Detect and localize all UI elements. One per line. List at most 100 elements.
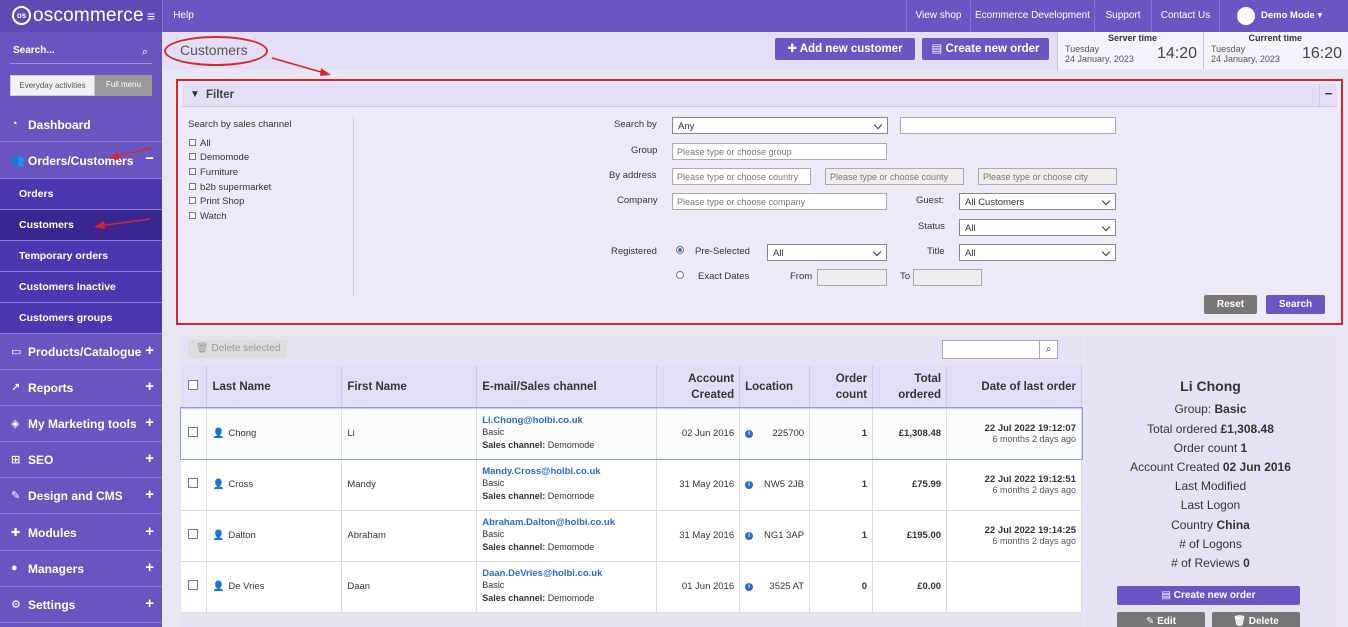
customer-email[interactable]: Mandy.Cross@holbi.co.uk bbox=[482, 466, 656, 477]
info-icon[interactable]: i bbox=[745, 583, 754, 591]
full-menu-button[interactable]: Full menu bbox=[95, 75, 152, 96]
filter-header[interactable]: ▼ Filter − bbox=[182, 84, 1337, 107]
sidebar-search-input[interactable]: Search... ⌕ bbox=[10, 40, 152, 64]
sidebar-subitem-temporary-orders[interactable]: Temporary orders bbox=[0, 241, 162, 272]
collapse-icon[interactable]: − bbox=[145, 150, 154, 167]
select-all-checkbox[interactable] bbox=[188, 380, 198, 391]
sidebar-item-reports[interactable]: ↗ Reports + bbox=[0, 370, 162, 406]
sidebar-item-seo[interactable]: ⊞ SEO + bbox=[0, 442, 162, 478]
title-select[interactable]: All bbox=[959, 244, 1116, 261]
status-select[interactable]: All bbox=[959, 219, 1116, 236]
to-date-input[interactable] bbox=[913, 269, 982, 286]
col-date-last-order[interactable]: Date of last order bbox=[946, 366, 1082, 409]
country-input[interactable]: Please type or choose country bbox=[672, 168, 811, 185]
col-total-ordered[interactable]: Total ordered bbox=[872, 366, 948, 409]
edit-button[interactable]: ✎ Edit bbox=[1117, 612, 1205, 627]
sidebar-item-modules[interactable]: ✚ Modules + bbox=[0, 514, 162, 551]
minimize-button[interactable]: − bbox=[1319, 84, 1337, 107]
row-checkbox[interactable] bbox=[188, 529, 198, 539]
create-new-order-button[interactable]: ▤ Create new order bbox=[922, 38, 1049, 60]
trash-icon: 🗑 bbox=[196, 343, 212, 354]
info-icon[interactable]: i bbox=[745, 532, 754, 540]
expand-icon[interactable]: + bbox=[145, 414, 154, 431]
search-by-select[interactable]: Any bbox=[672, 117, 888, 134]
col-first-name[interactable]: First Name bbox=[341, 366, 478, 409]
channel-checkbox-furniture[interactable] bbox=[189, 168, 196, 175]
guest-select[interactable]: All Customers bbox=[959, 193, 1116, 210]
support-link[interactable]: Support bbox=[1094, 0, 1151, 32]
channel-checkbox-all[interactable] bbox=[189, 139, 196, 146]
row-checkbox[interactable] bbox=[188, 427, 198, 437]
expand-icon[interactable]: + bbox=[145, 559, 154, 576]
logo[interactable]: os oscommerce ≡ bbox=[0, 0, 162, 32]
hamburger-menu-icon[interactable]: ≡ bbox=[147, 8, 155, 24]
search-icon[interactable]: ⌕ bbox=[142, 46, 148, 59]
company-input[interactable]: Please type or choose company bbox=[672, 193, 887, 210]
view-shop-link[interactable]: View shop bbox=[906, 0, 970, 32]
row-checkbox[interactable] bbox=[188, 580, 198, 590]
channel-checkbox-watch[interactable] bbox=[189, 212, 196, 219]
col-location[interactable]: Location bbox=[739, 366, 811, 409]
sidebar-item-products-catalogue[interactable]: ▭ Products/Catalogue + bbox=[0, 334, 162, 370]
add-new-customer-button[interactable]: ✚ Add new customer bbox=[775, 38, 915, 60]
city-input[interactable]: Please type or choose city bbox=[978, 168, 1117, 185]
select-all-header[interactable] bbox=[181, 366, 208, 409]
expand-icon[interactable]: + bbox=[145, 486, 154, 503]
group-input[interactable]: Please type or choose group bbox=[672, 143, 887, 160]
expand-icon[interactable]: + bbox=[145, 523, 154, 540]
sidebar-subitem-customers[interactable]: Customers bbox=[0, 210, 162, 241]
info-icon[interactable]: i bbox=[745, 430, 754, 438]
sidebar-item-dashboard[interactable]: ◔ Dashboard bbox=[0, 107, 162, 142]
table-search-input[interactable]: ⌕ bbox=[942, 340, 1058, 359]
channel-checkbox-demomode[interactable] bbox=[189, 153, 196, 160]
channel-checkbox-print-shop[interactable] bbox=[189, 197, 196, 204]
user-menu[interactable]: Demo Mode ▾ bbox=[1219, 0, 1348, 32]
ecommerce-development-link[interactable]: Ecommerce Development bbox=[970, 0, 1094, 32]
customer-email[interactable]: Abraham.Dalton@holbi.co.uk bbox=[482, 517, 656, 528]
table-row[interactable]: 👤 Dalton Abraham Abraham.Dalton@holbi.co.… bbox=[181, 510, 1082, 562]
expand-icon[interactable]: + bbox=[145, 595, 154, 612]
col-email[interactable]: E-mail/Sales channel bbox=[476, 366, 658, 409]
delete-selected-button[interactable]: 🗑 Delete selected bbox=[188, 340, 287, 358]
table-row[interactable]: 👤 De Vries Daan Daan.DeVries@holbi.co.uk B… bbox=[181, 561, 1082, 613]
info-icon[interactable]: i bbox=[745, 481, 754, 489]
delete-button[interactable]: 🗑 Delete bbox=[1212, 612, 1300, 627]
search-text-input[interactable] bbox=[900, 117, 1116, 134]
sidebar-subitem-orders[interactable]: Orders bbox=[0, 179, 162, 210]
sidebar-subitem-customers-inactive[interactable]: Customers Inactive bbox=[0, 272, 162, 303]
reset-button[interactable]: Reset bbox=[1204, 295, 1257, 314]
sidebar-subitem-customers-groups[interactable]: Customers groups bbox=[0, 303, 162, 334]
contact-us-link[interactable]: Contact Us bbox=[1151, 0, 1219, 32]
expand-icon[interactable]: + bbox=[145, 342, 154, 359]
preselected-radio[interactable] bbox=[676, 246, 684, 254]
county-input[interactable]: Please type or choose county bbox=[825, 168, 964, 185]
sidebar: os oscommerce ≡ Search... ⌕ Everyday act… bbox=[0, 0, 162, 627]
table-row[interactable]: 👤 Cross Mandy Mandy.Cross@holbi.co.uk Basi… bbox=[181, 459, 1082, 511]
chart-icon: ↗ bbox=[11, 382, 21, 394]
sidebar-item-marketing-tools[interactable]: ◈ My Marketing tools + bbox=[0, 406, 162, 442]
customer-email[interactable]: Daan.DeVries@holbi.co.uk bbox=[482, 568, 656, 579]
col-account-created[interactable]: Account Created bbox=[656, 366, 741, 409]
everyday-activities-button[interactable]: Everyday activities bbox=[10, 75, 95, 96]
document-icon: ▤ bbox=[931, 43, 946, 55]
col-last-name[interactable]: Last Name bbox=[206, 366, 343, 409]
sidebar-item-managers[interactable]: ● Managers + bbox=[0, 551, 162, 587]
exact-dates-radio[interactable] bbox=[676, 271, 684, 279]
preselected-select[interactable]: All bbox=[767, 244, 887, 261]
from-date-input[interactable] bbox=[817, 269, 887, 286]
row-checkbox[interactable] bbox=[188, 478, 198, 488]
status-label: Status bbox=[918, 221, 945, 232]
expand-icon[interactable]: + bbox=[145, 378, 154, 395]
sidebar-item-settings[interactable]: ⚙ Settings + bbox=[0, 587, 162, 623]
sidebar-item-design-cms[interactable]: ✎ Design and CMS + bbox=[0, 478, 162, 514]
channel-checkbox-b2b[interactable] bbox=[189, 183, 196, 190]
detail-create-order-button[interactable]: ▤ Create new order bbox=[1117, 586, 1300, 605]
sidebar-item-orders-customers[interactable]: 👥 Orders/Customers − bbox=[0, 142, 162, 179]
col-order-count[interactable]: Order count bbox=[809, 366, 874, 409]
table-row[interactable]: 👤 Chong Li Li.Chong@holbi.co.uk Basic Sales… bbox=[180, 407, 1083, 460]
search-icon[interactable]: ⌕ bbox=[1039, 341, 1057, 358]
help-link[interactable]: Help bbox=[162, 0, 204, 32]
search-button[interactable]: Search bbox=[1266, 295, 1325, 314]
customer-email[interactable]: Li.Chong@holbi.co.uk bbox=[482, 415, 656, 426]
expand-icon[interactable]: + bbox=[145, 450, 154, 467]
